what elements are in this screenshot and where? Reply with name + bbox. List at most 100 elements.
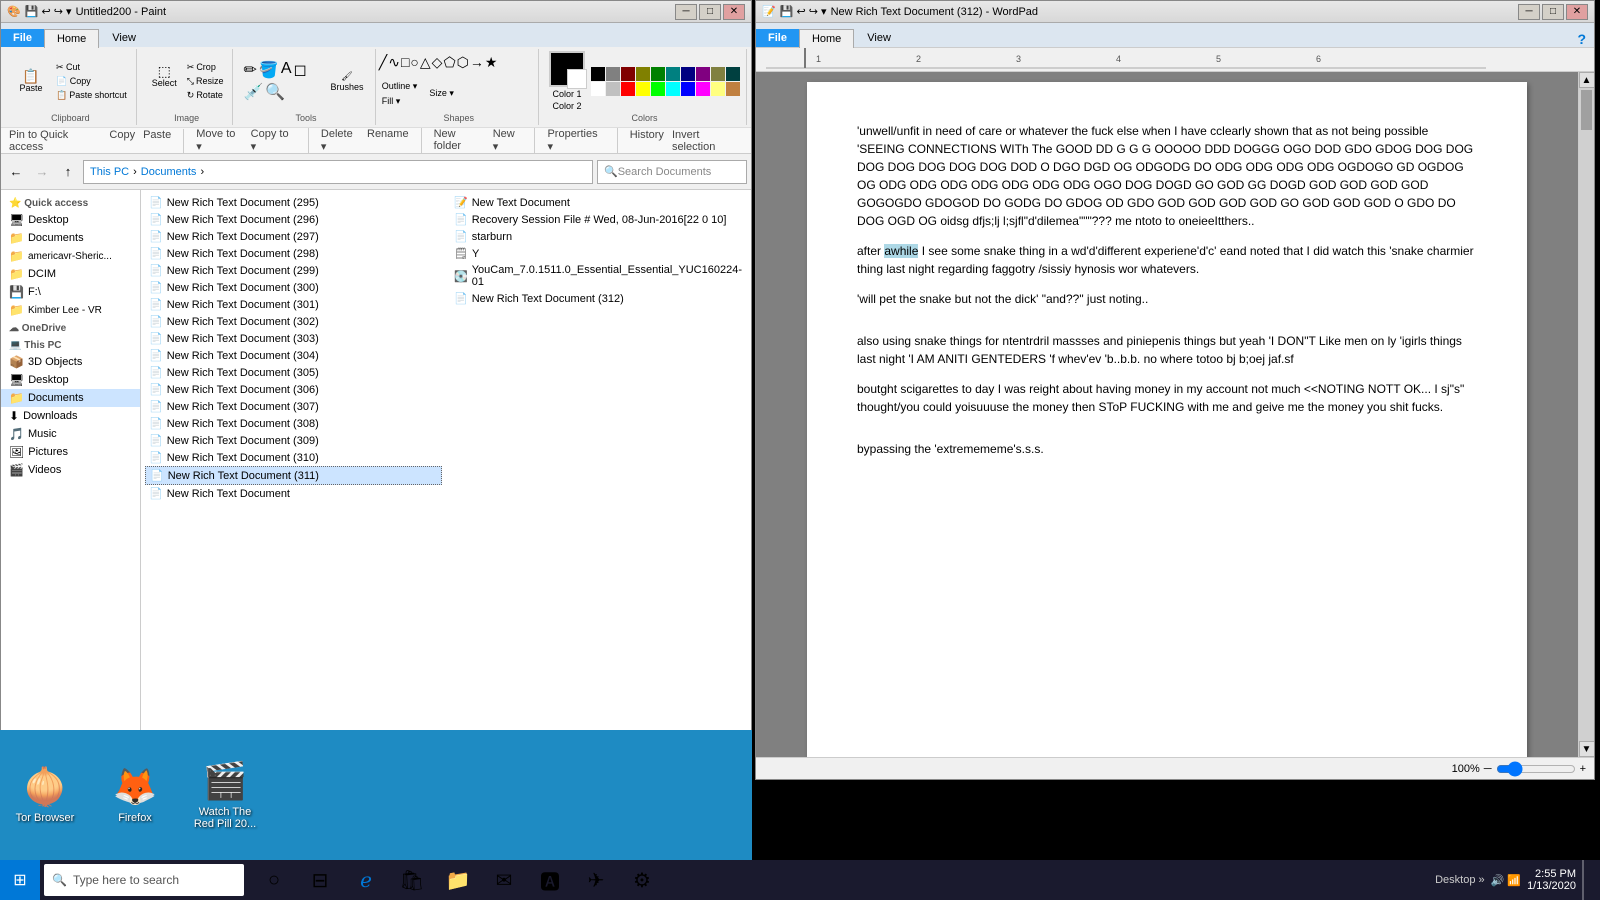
paint-maximize-btn[interactable]: □ [699,4,721,20]
wp-help-btn[interactable]: ? [1577,31,1586,47]
file-item[interactable]: 📄New Rich Text Document (306) [145,381,442,398]
zoom-minus[interactable]: ─ [1484,763,1492,775]
wp-save-btn[interactable]: 💾 [780,6,794,18]
pin-to-quick-btn[interactable]: Pin to Quick access [9,129,101,153]
select-button[interactable]: ⬚ Select [147,61,182,102]
file-y[interactable]: 🗒Y [450,245,747,262]
taskbar-clock[interactable]: 2:55 PM 1/13/2020 [1527,868,1576,892]
size-btn[interactable]: Size ▾ [426,87,457,100]
triangle-shape[interactable]: △ [420,54,431,71]
start-button[interactable]: ⊞ [0,860,40,900]
sidebar-3dobjects[interactable]: 📦3D Objects [1,353,140,371]
rotate-button[interactable]: ↻ Rotate [184,89,227,102]
wp-file-tab[interactable]: File [756,29,799,47]
wp-scroll-up[interactable]: ▲ [1579,72,1595,88]
paste-button[interactable]: 📋 Paste [11,66,51,96]
file-item[interactable]: 📄New Rich Text Document (308) [145,415,442,432]
resize-button[interactable]: ⤡ Resize [184,75,227,88]
taskbar-amazon[interactable]: 🅰 [528,860,572,900]
address-documents[interactable]: Documents [141,166,197,178]
color-darkred[interactable] [621,67,635,81]
file-item[interactable]: 📄New Rich Text Document (296) [145,211,442,228]
file-item[interactable]: 📄New Rich Text Document (310) [145,449,442,466]
taskbar-cortana[interactable]: ○ [252,860,296,900]
color-cyan[interactable] [666,82,680,96]
taskbar-edge[interactable]: ℯ [344,860,388,900]
save-qa-btn[interactable]: 💾 [25,6,39,18]
color-green[interactable] [651,67,665,81]
back-btn[interactable]: ← [5,161,27,183]
taskbar-explorer[interactable]: 📁 [436,860,480,900]
sidebar-americavr[interactable]: 📁americavr-Sheric... [1,247,140,265]
file-item[interactable]: 📄New Rich Text Document (305) [145,364,442,381]
watch-redpill-icon[interactable]: 🎬 Watch The Red Pill 20... [190,760,260,830]
sidebar-downloads[interactable]: ⬇Downloads [1,407,140,425]
picker-tool[interactable]: 💉 [243,82,263,102]
sidebar-fv[interactable]: 💾F:\ [1,283,140,301]
invert-selection-btn[interactable]: Invert selection [672,129,743,153]
wp-redo-btn[interactable]: ↪ [809,6,818,18]
copy-button[interactable]: 📄 Copy [53,75,130,88]
sidebar-music[interactable]: 🎵Music [1,425,140,443]
history-btn[interactable]: History [630,129,664,153]
color-teal[interactable] [666,67,680,81]
color-white[interactable] [591,82,605,96]
wp-maximize-btn[interactable]: □ [1542,4,1564,20]
pencil-tool[interactable]: ✏ [243,60,256,80]
sidebar-kimbervr[interactable]: 📁Kimber Lee - VR [1,301,140,319]
address-bar[interactable]: This PC › Documents › [83,160,593,184]
color-darkteal[interactable] [726,67,740,81]
color-gray[interactable] [606,67,620,81]
paint-view-tab[interactable]: View [99,28,149,47]
fill-tool[interactable]: 🪣 [259,60,279,80]
sidebar-pictures[interactable]: 🖼Pictures [1,443,140,461]
copy-to-btn[interactable]: Copy to ▾ [251,128,296,153]
line-shape[interactable]: ╱ [379,54,387,71]
brushes-button[interactable]: 🖌 Brushes [325,68,368,95]
copy-org-btn[interactable]: Copy [109,129,135,153]
crop-button[interactable]: ✂ Crop [184,61,227,74]
sidebar-documents[interactable]: 📁Documents [1,229,140,247]
pentagon-shape[interactable]: ⬠ [443,54,455,71]
paint-minimize-btn[interactable]: ─ [675,4,697,20]
file-item[interactable]: 📄New Rich Text Document (303) [145,330,442,347]
taskbar-tripadvisor[interactable]: ✈ [574,860,618,900]
file-item[interactable]: 📄New Rich Text Document (299) [145,262,442,279]
color-olive[interactable] [636,67,650,81]
sidebar-dcim[interactable]: 📁DCIM [1,265,140,283]
zoom-slider[interactable] [1496,761,1576,777]
outline-btn[interactable]: Outline ▾ [379,80,421,93]
file-recovery[interactable]: 📄Recovery Session File # Wed, 08-Jun-201… [450,211,747,228]
sidebar-videos[interactable]: 🎬Videos [1,461,140,479]
arrow-shape[interactable]: → [470,54,484,71]
paste-org-btn[interactable]: Paste [143,129,171,153]
rect-shape[interactable]: □ [401,54,409,71]
color-silver[interactable] [606,82,620,96]
sidebar-desktop2[interactable]: 🖥Desktop [1,371,140,389]
color-yellow[interactable] [636,82,650,96]
zoom-plus[interactable]: + [1580,763,1586,775]
show-desktop-btn[interactable] [1582,860,1592,900]
magnifier-tool[interactable]: 🔍 [265,82,285,102]
wp-scroll-thumb[interactable] [1581,90,1592,130]
taskbar-extra[interactable]: ⚙ [620,860,664,900]
forward-btn[interactable]: → [31,161,53,183]
curve-shape[interactable]: ∿ [388,54,400,71]
taskbar-store[interactable]: 🛍 [390,860,434,900]
new-folder-btn[interactable]: New folder [434,128,485,153]
qa-dropdown[interactable]: ▾ [66,6,72,18]
undo-qa-btn[interactable]: ↩ [41,6,50,18]
search-bar[interactable]: 🔍 Search Documents [597,160,747,184]
color-lightyellow[interactable] [711,82,725,96]
star-shape[interactable]: ★ [485,54,498,71]
wp-qa-dropdown[interactable]: ▾ [821,6,827,18]
new-item-btn[interactable]: New ▾ [493,128,523,153]
hex-shape[interactable]: ⬡ [457,54,469,71]
file-item[interactable]: 📄New Rich Text Document (298) [145,245,442,262]
wp-close-btn[interactable]: ✕ [1566,4,1588,20]
file-item-selected[interactable]: 📄New Rich Text Document (311) [145,466,442,485]
sidebar-desktop[interactable]: 🖥Desktop [1,211,140,229]
color-purple[interactable] [696,67,710,81]
firefox-icon[interactable]: 🦊 Firefox [100,766,170,824]
circle-shape[interactable]: ○ [410,54,418,71]
